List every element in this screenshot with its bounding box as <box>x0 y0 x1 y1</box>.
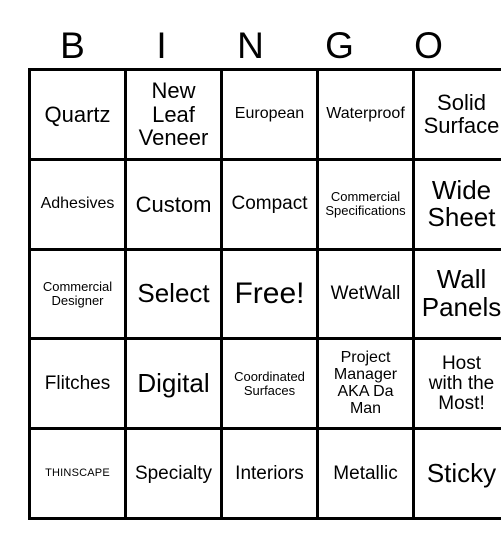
bingo-row: Commercial Designer Select Free! WetWall Wal… <box>28 247 501 341</box>
bingo-row: THINSCAPE Specialty Interiors Metallic Stick… <box>28 427 501 520</box>
bingo-cell-label: Solid Surface <box>423 90 500 139</box>
bingo-row: Flitches Digital Coordinated Surfaces Proje… <box>28 337 501 431</box>
bingo-cell-r3-c5[interactable]: Wall Panels <box>412 247 501 341</box>
bingo-cell-label: Adhesives <box>40 194 115 212</box>
bingo-cell-r5-c2[interactable]: Specialty <box>124 427 223 520</box>
bingo-cell-r1-c3[interactable]: European <box>220 68 319 161</box>
bingo-cell-label: Wall Panels <box>421 264 501 322</box>
bingo-cell-label: Waterproof <box>326 104 405 122</box>
bingo-cell-label: Select <box>137 278 210 309</box>
bingo-cell-label: Flitches <box>44 372 111 394</box>
bingo-cell-r1-c1[interactable]: Quartz <box>28 68 127 161</box>
bingo-cell-label: Project Manager AKA Da Man <box>333 348 398 417</box>
bingo-cell-r2-c1[interactable]: Adhesives <box>28 157 127 251</box>
bingo-grid: Quartz New Leaf Veneer European Waterproof S… <box>28 68 501 520</box>
bingo-cell-r5-c1[interactable]: THINSCAPE <box>28 427 127 520</box>
bingo-row: Adhesives Custom Compact Commercial Specifi… <box>28 157 501 251</box>
bingo-cell-label: Custom <box>135 191 212 217</box>
bingo-cell-label: Free! <box>234 277 305 311</box>
bingo-cell-r4-c4[interactable]: Project Manager AKA Da Man <box>316 337 415 431</box>
bingo-cell-label: Specialty <box>134 462 213 484</box>
bingo-cell-label: Coordinated Surfaces <box>234 369 305 398</box>
bingo-cell-label: WetWall <box>330 282 401 304</box>
bingo-cell-r2-c3[interactable]: Compact <box>220 157 319 251</box>
bingo-cell-r3-c3[interactable]: Free! <box>220 247 319 341</box>
bingo-cell-label: Digital <box>137 368 210 399</box>
bingo-cell-label: Quartz <box>44 101 111 127</box>
bingo-cell-label: Compact <box>231 193 308 215</box>
bingo-header-letter-g: G <box>325 24 354 66</box>
bingo-cell-r2-c2[interactable]: Custom <box>124 157 223 251</box>
bingo-cell-label: Commercial Specifications <box>325 189 406 219</box>
bingo-cell-r1-c2[interactable]: New Leaf Veneer <box>124 68 223 161</box>
bingo-cell-r4-c3[interactable]: Coordinated Surfaces <box>220 337 319 431</box>
bingo-cell-r2-c4[interactable]: Commercial Specifications <box>316 157 415 251</box>
bingo-cell-r3-c1[interactable]: Commercial Designer <box>28 247 127 341</box>
bingo-card: B I N G O Quartz New Leaf Veneer European W… <box>0 0 501 544</box>
bingo-cell-label: Metallic <box>333 462 398 484</box>
bingo-cell-r4-c2[interactable]: Digital <box>124 337 223 431</box>
bingo-cell-r1-c5[interactable]: Solid Surface <box>412 68 501 161</box>
bingo-cell-label: New Leaf Veneer <box>138 78 209 151</box>
bingo-header-letter-n: N <box>237 24 264 66</box>
bingo-cell-r5-c5[interactable]: Sticky <box>412 427 501 520</box>
bingo-header-letter-b: B <box>60 24 85 66</box>
bingo-cell-label: Wide Sheet <box>427 174 496 233</box>
bingo-cell-label: Commercial Designer <box>42 279 113 308</box>
bingo-cell-r4-c1[interactable]: Flitches <box>28 337 127 431</box>
bingo-header-row: B I N G O <box>28 22 473 68</box>
bingo-cell-label: Host with the Most! <box>428 352 495 414</box>
bingo-cell-r5-c4[interactable]: Metallic <box>316 427 415 520</box>
bingo-cell-r3-c2[interactable]: Select <box>124 247 223 341</box>
bingo-cell-label: THINSCAPE <box>45 466 110 479</box>
bingo-header-letter-i: I <box>156 24 167 66</box>
bingo-row: Quartz New Leaf Veneer European Waterproof S… <box>28 68 501 161</box>
bingo-header-letter-o: O <box>414 24 443 66</box>
bingo-cell-r2-c5[interactable]: Wide Sheet <box>412 157 501 251</box>
bingo-cell-label: Interiors <box>235 462 304 484</box>
bingo-cell-r3-c4[interactable]: WetWall <box>316 247 415 341</box>
bingo-cell-r5-c3[interactable]: Interiors <box>220 427 319 520</box>
bingo-cell-label: Sticky <box>426 457 497 488</box>
bingo-cell-r1-c4[interactable]: Waterproof <box>316 68 415 161</box>
bingo-cell-r4-c5[interactable]: Host with the Most! <box>412 337 501 431</box>
bingo-cell-label: European <box>234 104 305 122</box>
